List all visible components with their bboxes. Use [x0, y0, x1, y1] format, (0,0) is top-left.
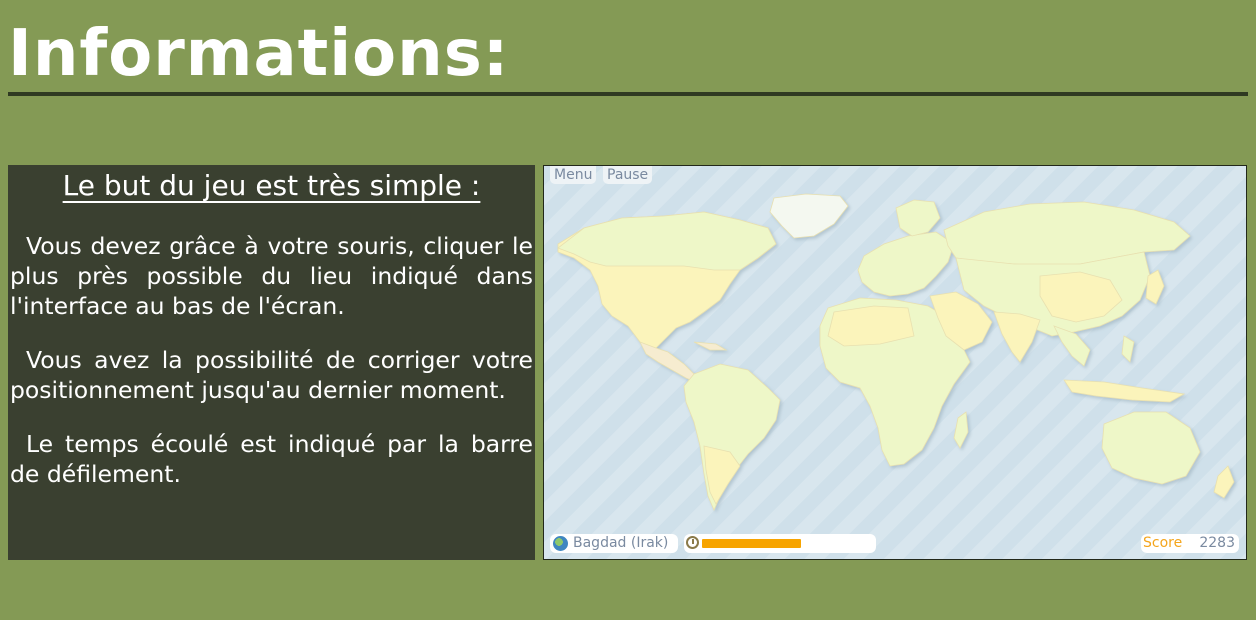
indonesia-shape — [1063, 379, 1186, 403]
india-shape — [993, 311, 1041, 363]
menu-button[interactable]: Menu — [550, 166, 597, 184]
timer-bar-fill — [702, 539, 801, 548]
europe-shape — [857, 231, 955, 297]
game-screenshot: Menu Pause Bagdad (Irak) Score 2283 — [543, 165, 1247, 560]
globe-icon — [553, 536, 568, 551]
south-america-shape — [683, 363, 781, 511]
page-title: Informations: — [8, 17, 510, 91]
philippines-shape — [1121, 335, 1135, 363]
pause-button[interactable]: Pause — [603, 166, 653, 184]
target-place-box: Bagdad (Irak) — [550, 534, 678, 553]
greenland-shape — [769, 193, 849, 239]
info-heading: Le but du jeu est très simple : — [62, 169, 481, 202]
madagascar-shape — [953, 411, 969, 449]
info-paragraph-timer: Le temps écoulé est indiqué par la barre… — [10, 430, 533, 488]
caribbean-shape — [693, 341, 728, 351]
info-paragraph-correct: Vous avez la possibilité de corriger vot… — [10, 346, 533, 404]
clock-icon — [686, 536, 699, 549]
russia-shape — [943, 201, 1191, 267]
title-divider — [8, 92, 1248, 96]
australia-shape — [1101, 411, 1201, 485]
timer-bar — [684, 534, 876, 553]
score-value: 2283 — [1199, 535, 1235, 551]
info-paragraph-click: Vous devez grâce à votre souris, cliquer… — [10, 232, 533, 320]
canada-shape — [557, 211, 777, 271]
scandinavia-shape — [895, 199, 941, 237]
target-place-label: Bagdad (Irak) — [573, 535, 669, 551]
info-panel: Le but du jeu est très simple : Vous dev… — [8, 165, 535, 560]
score-box: Score 2283 — [1141, 534, 1239, 553]
new-zealand-shape — [1213, 465, 1235, 499]
world-map[interactable] — [544, 166, 1247, 560]
score-label: Score — [1143, 535, 1183, 551]
